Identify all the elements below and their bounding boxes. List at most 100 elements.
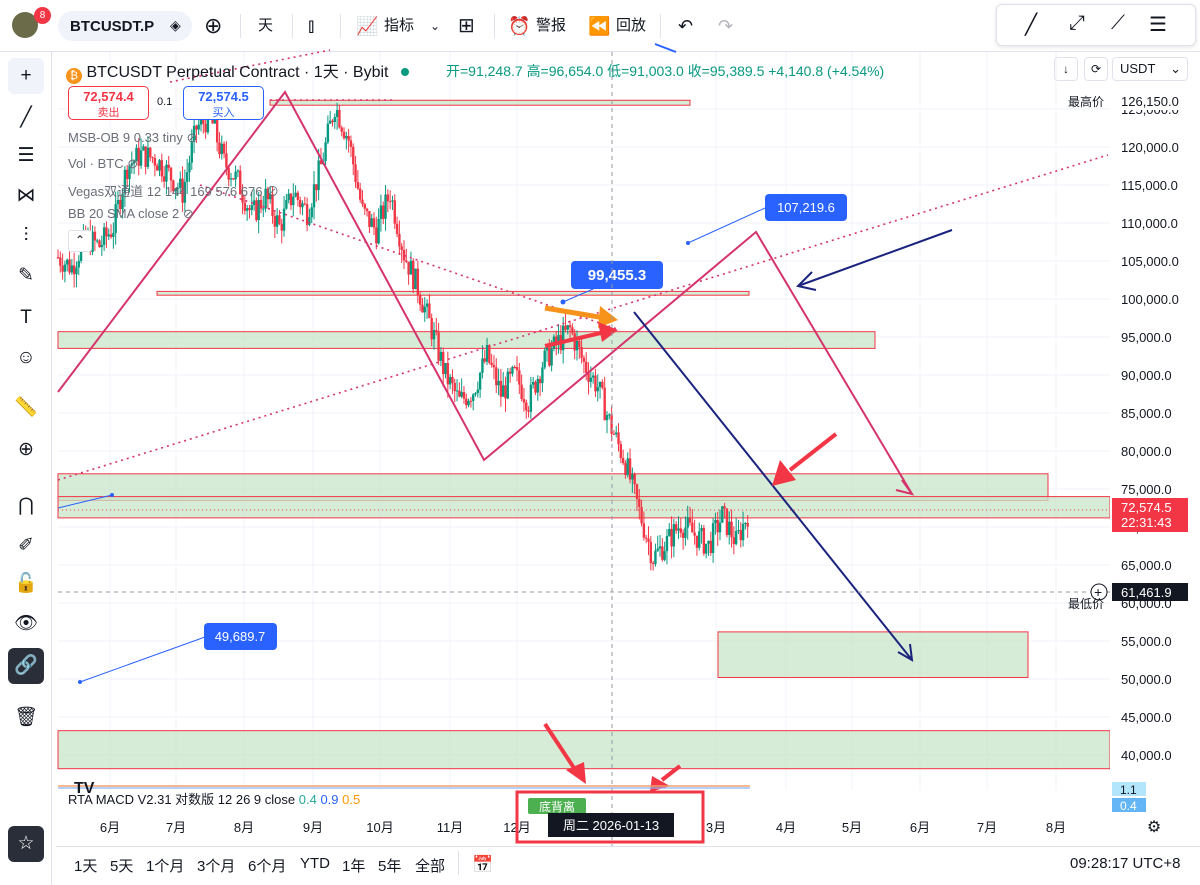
candle-body	[292, 196, 295, 206]
macd-value-2: 0.9	[320, 792, 339, 807]
hidden-eye-icon[interactable]: ⊘	[266, 184, 279, 199]
candle-body	[716, 519, 719, 533]
price-zone[interactable]	[717, 631, 1029, 678]
candle-body	[423, 306, 426, 313]
candle-body	[155, 165, 159, 171]
highest-price-value: 126,150.0	[1121, 94, 1179, 109]
price-tick: 105,000.0	[1121, 254, 1179, 269]
candle-body	[222, 143, 226, 154]
candle-body	[746, 523, 749, 527]
candle-body	[245, 208, 249, 211]
range-1y[interactable]: 1年	[342, 855, 365, 876]
candle-body	[741, 523, 745, 541]
candle-body	[428, 303, 431, 319]
buy-button[interactable]: 72,574.5 买入	[183, 86, 264, 120]
candle-body	[453, 382, 456, 392]
range-5d[interactable]: 5天	[110, 855, 133, 876]
macd-value-1: 0.4	[298, 792, 317, 807]
calendar-icon[interactable]: 📅	[472, 855, 493, 875]
candle-body	[204, 123, 207, 133]
candle-body	[326, 123, 330, 143]
candle-body	[462, 392, 466, 399]
candle-body	[515, 367, 519, 371]
candle-body	[335, 110, 339, 117]
candle-body	[472, 394, 475, 401]
candle-body	[543, 350, 546, 368]
currency-select[interactable]: USDT ⌄	[1112, 57, 1188, 81]
candle-body	[151, 157, 154, 159]
price-zone[interactable]	[269, 99, 691, 106]
clock[interactable]: 09:28:17 UTC+8	[1070, 855, 1181, 872]
candle-body	[234, 171, 237, 180]
indicator-label: MSB-OB 9 0.33 tiny	[68, 130, 183, 145]
candle-body	[372, 218, 376, 228]
price-zone[interactable]	[57, 496, 1111, 519]
indicator-bb[interactable]: BB 20 SMA close 2 ⊘	[68, 206, 194, 222]
range-3m[interactable]: 3个月	[197, 855, 235, 876]
candle-body	[349, 140, 353, 147]
candle-body	[416, 268, 420, 295]
candle-body	[382, 205, 385, 219]
fit-screen-button[interactable]: ⟳	[1084, 57, 1108, 81]
candle-body	[158, 160, 161, 171]
candle-body	[721, 506, 724, 523]
candle-body	[345, 136, 348, 139]
candle-body	[469, 400, 473, 402]
candle-body	[93, 231, 97, 241]
range-ytd[interactable]: YTD	[300, 855, 330, 872]
range-5y[interactable]: 5年	[378, 855, 401, 876]
candle-body	[513, 367, 516, 369]
indicator-vegas[interactable]: Vegas双通道 12 144 169 576 676 ⊘	[68, 181, 279, 200]
price-tick: 45,000.0	[1121, 710, 1172, 725]
time-tick: 3月	[706, 820, 726, 835]
candle-body	[596, 387, 599, 392]
candle-body	[649, 541, 653, 563]
indicator-volume[interactable]: Vol · BTC ⊘	[68, 156, 138, 172]
ohlc-low: 低=91,003.0	[607, 63, 684, 79]
candle-body	[446, 363, 450, 385]
divergence-label: 底背离	[539, 799, 575, 814]
candle-body	[522, 399, 526, 403]
sell-label: 卖出	[97, 107, 120, 119]
hidden-eye-icon[interactable]: ⊘	[183, 206, 194, 221]
candle-body	[476, 389, 480, 394]
candle-body	[656, 548, 659, 551]
candle-body	[681, 532, 685, 538]
last-price-value: 72,574.5	[1121, 500, 1172, 515]
scroll-down-button[interactable]: ↓	[1054, 57, 1078, 81]
range-1m[interactable]: 1个月	[146, 855, 184, 876]
range-all[interactable]: 全部	[415, 855, 445, 876]
ohlc-high: 高=96,654.0	[526, 63, 604, 79]
settings-gear-icon[interactable]: ⚙	[1147, 819, 1161, 836]
collapse-legend-icon[interactable]: ⌃	[68, 230, 92, 252]
candle-body	[492, 365, 496, 368]
candle-body	[388, 201, 392, 203]
label-connector	[79, 636, 206, 683]
candle-body	[418, 294, 422, 305]
hidden-eye-icon[interactable]: ⊘	[127, 156, 138, 171]
candle-body	[331, 120, 334, 123]
candle-body	[384, 194, 387, 219]
candle-body	[317, 160, 320, 191]
candle-body	[508, 371, 512, 374]
candle-body	[548, 344, 551, 366]
sell-button[interactable]: 72,574.4 卖出	[68, 86, 149, 120]
indicator-msb-ob[interactable]: MSB-OB 9 0.33 tiny ⊘	[68, 130, 197, 146]
candle-body	[684, 527, 687, 538]
range-1d[interactable]: 1天	[74, 855, 97, 876]
candle-body	[640, 507, 643, 524]
candle-body	[732, 537, 736, 545]
hidden-eye-icon[interactable]: ⊘	[187, 130, 198, 145]
candle-body	[568, 325, 572, 328]
candle-body	[698, 531, 701, 548]
time-tick: 6月	[100, 820, 120, 835]
candle-body	[391, 200, 394, 202]
candle-body	[619, 444, 623, 459]
price-scale[interactable]: 125,000.0120,000.0115,000.0110,000.0105,…	[1110, 52, 1200, 846]
range-6m[interactable]: 6个月	[248, 855, 286, 876]
price-zone[interactable]	[57, 331, 876, 349]
candle-body	[273, 215, 277, 227]
candle-body	[377, 218, 380, 244]
candle-body	[287, 193, 290, 201]
price-tick: 110,000.0	[1121, 216, 1178, 231]
